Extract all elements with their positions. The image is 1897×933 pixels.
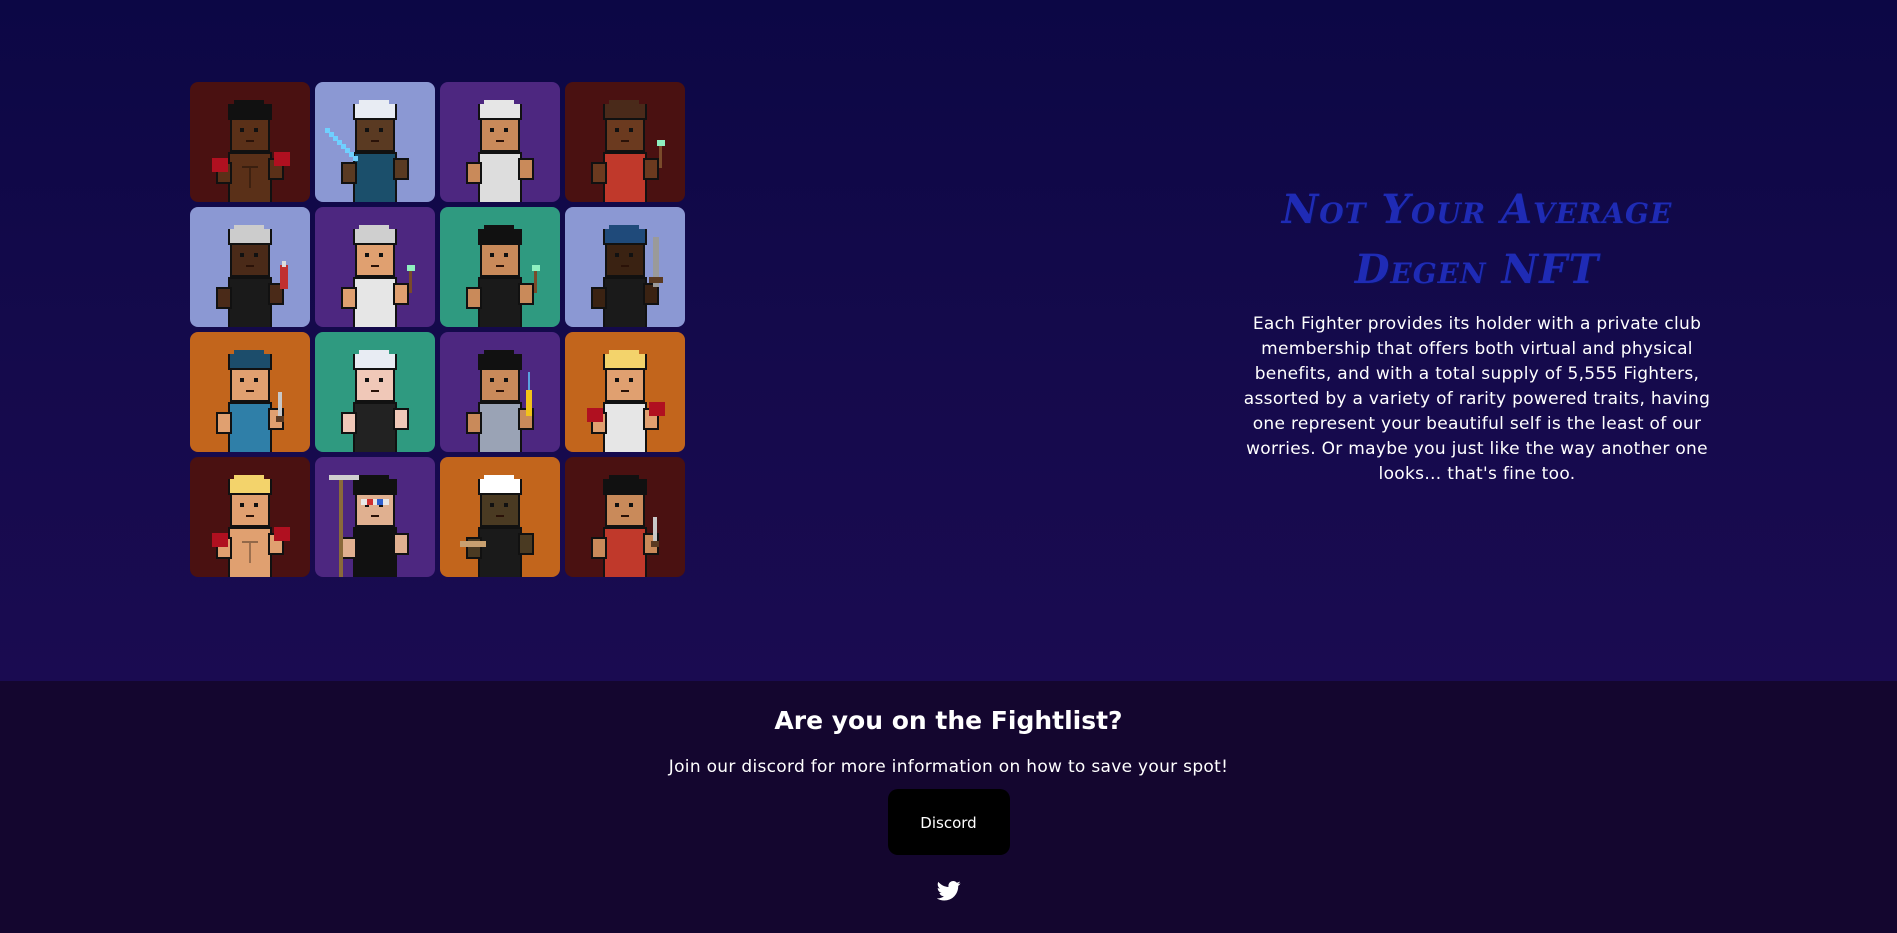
fighter-image xyxy=(212,100,290,202)
fighter-tile xyxy=(315,332,435,452)
fighter-tile xyxy=(565,457,685,577)
fighter-image xyxy=(587,350,665,452)
fighter-tile xyxy=(440,332,560,452)
fighter-image xyxy=(325,100,409,202)
fighter-tile xyxy=(440,457,560,577)
fighter-tile xyxy=(315,207,435,327)
description: Each Fighter provides its holder with a … xyxy=(1243,314,1711,484)
fighter-tile xyxy=(190,207,310,327)
headline-line-1: Not Your Average xyxy=(1281,186,1673,233)
fighter-image xyxy=(216,225,288,327)
fighter-tile xyxy=(190,457,310,577)
fighter-image xyxy=(591,225,663,327)
headline: Not Your Average Degen NFT xyxy=(1230,180,1724,300)
fighter-tile xyxy=(565,207,685,327)
fighter-image xyxy=(466,225,540,327)
fightlist-title: Are you on the Fightlist? xyxy=(774,706,1123,735)
fighter-tile xyxy=(565,332,685,452)
fighter-tile xyxy=(565,82,685,202)
fighter-tile xyxy=(315,457,435,577)
fighter-tile xyxy=(440,207,560,327)
fightlist-footer: Are you on the Fightlist? Join our disco… xyxy=(0,681,1897,933)
fighter-image xyxy=(591,475,659,577)
fighter-image xyxy=(216,350,284,452)
fightlist-subtitle: Join our discord for more information on… xyxy=(668,757,1229,777)
fighter-image xyxy=(212,475,290,577)
hero-section: Not Your Average Degen NFT Each Fighter … xyxy=(0,0,1897,681)
twitter-icon[interactable] xyxy=(936,881,961,901)
fighter-tile xyxy=(315,82,435,202)
about-block: Not Your Average Degen NFT Each Fighter … xyxy=(1230,180,1724,487)
fighter-image xyxy=(591,100,665,202)
fighter-tile xyxy=(190,332,310,452)
fighter-gallery xyxy=(190,82,685,577)
headline-line-2: Degen NFT xyxy=(1354,246,1600,293)
fighter-image xyxy=(329,475,409,577)
fighter-image xyxy=(466,350,534,452)
discord-button[interactable]: Discord xyxy=(887,789,1010,855)
fighter-tile xyxy=(440,82,560,202)
fighter-image xyxy=(460,475,534,577)
fighter-image xyxy=(466,100,534,202)
fighter-image xyxy=(341,350,409,452)
fighter-tile xyxy=(190,82,310,202)
fighter-image xyxy=(341,225,415,327)
